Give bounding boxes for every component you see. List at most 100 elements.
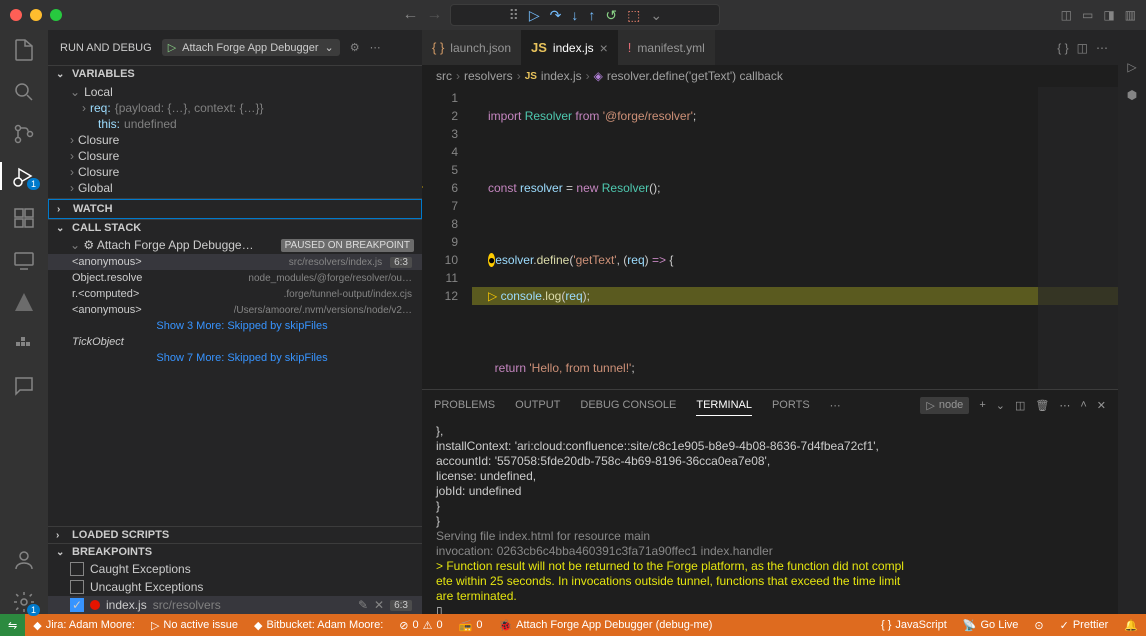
scope-closure[interactable]: ›Closure — [48, 132, 422, 148]
status-bitbucket[interactable]: ◆ Bitbucket: Adam Moore: — [246, 614, 391, 636]
braces-icon[interactable]: { } — [1057, 41, 1068, 55]
scope-global[interactable]: ›Global — [48, 180, 422, 196]
loaded-scripts-header[interactable]: ›LOADED SCRIPTS — [48, 527, 422, 543]
breakpoints-header[interactable]: ⌄BREAKPOINTS — [48, 544, 422, 560]
status-prettier[interactable]: ✓ Prettier — [1052, 614, 1117, 636]
code-editor[interactable]: 12345 6 789101112 import Resolver from '… — [422, 87, 1118, 389]
variable-this[interactable]: this: undefined — [48, 116, 422, 132]
checkbox-icon[interactable] — [70, 562, 84, 576]
debug-continue-icon[interactable]: ▷ — [529, 7, 540, 24]
docker-icon[interactable] — [12, 332, 36, 356]
breakpoint-uncaught[interactable]: Uncaught Exceptions — [48, 578, 422, 596]
status-jira[interactable]: ◆ Jira: Adam Moore: — [25, 614, 143, 636]
maximize-panel-icon[interactable]: ˄ — [1080, 399, 1086, 411]
checkbox-icon[interactable] — [70, 580, 84, 594]
close-tab-icon[interactable]: × — [600, 40, 608, 56]
stackframe[interactable]: Object.resolvenode_modules/@forge/resolv… — [48, 270, 422, 286]
debug-drag-icon[interactable]: ⠿ — [509, 7, 519, 24]
nav-forward-icon[interactable]: → — [426, 6, 442, 24]
minimize-window-icon[interactable] — [30, 9, 42, 21]
tab-index-js[interactable]: JSindex.js× — [521, 30, 618, 65]
status-radio[interactable]: 📻 0 — [451, 614, 491, 636]
source-control-icon[interactable] — [12, 122, 36, 146]
debug-rail-icon[interactable]: ⬢ — [1127, 88, 1137, 102]
panel-toggle-icon[interactable]: ▭ — [1082, 8, 1093, 22]
command-center[interactable]: ⠿ ▷ ↷ ↓ ↑ ↺ ⬚ ⌄ — [450, 4, 720, 26]
debug-restart-icon[interactable]: ↺ — [605, 7, 617, 24]
status-golive[interactable]: 📡 Go Live — [955, 614, 1027, 636]
debug-more-icon[interactable]: ⌄ — [650, 7, 662, 24]
status-issue[interactable]: ▷ No active issue — [143, 614, 246, 636]
nav-back-icon[interactable]: ← — [402, 6, 418, 24]
status-language[interactable]: { } JavaScript — [873, 614, 955, 636]
stackframe[interactable]: r.<computed>.forge/tunnel-output/index.c… — [48, 286, 422, 302]
breadcrumb[interactable]: src› resolvers› JS index.js› ◈ resolver.… — [422, 65, 1118, 87]
extensions-icon[interactable] — [12, 206, 36, 230]
debug-stepin-icon[interactable]: ↓ — [571, 7, 578, 23]
chevron-down-icon[interactable]: ⌄ — [996, 399, 1005, 412]
tab-output[interactable]: OUTPUT — [515, 395, 560, 415]
minimap[interactable] — [1038, 87, 1118, 389]
terminal-output[interactable]: }, installContext: 'ari:cloud:confluence… — [422, 420, 1118, 614]
breakpoint-item[interactable]: ✓ index.js src/resolvers ✎ ✕ 6:3 — [48, 596, 422, 614]
account-icon[interactable] — [12, 548, 36, 572]
tab-ports[interactable]: PORTS — [772, 395, 810, 415]
start-debug-icon[interactable]: ▷ — [168, 41, 176, 54]
close-panel-icon[interactable]: ✕ — [1097, 399, 1106, 412]
stackframe[interactable]: <anonymous>src/resolvers/index.js6:3 — [48, 254, 422, 270]
status-bell-icon[interactable]: 🔔 — [1116, 614, 1146, 636]
tab-problems[interactable]: PROBLEMS — [434, 395, 495, 415]
atlassian-icon[interactable] — [12, 290, 36, 314]
status-debug-session[interactable]: 🐞 Attach Forge App Debugger (debug-me) — [490, 614, 720, 636]
search-icon[interactable] — [12, 80, 36, 104]
breakpoint-caught[interactable]: Caught Exceptions — [48, 560, 422, 578]
close-window-icon[interactable] — [10, 9, 22, 21]
close-icon[interactable]: ✕ — [374, 598, 384, 612]
tab-terminal[interactable]: TERMINAL — [696, 395, 752, 416]
debug-stepout-icon[interactable]: ↑ — [588, 7, 595, 23]
terminal-rail-icon[interactable]: ▷ — [1127, 60, 1136, 74]
callstack-section-header[interactable]: ⌄CALL STACK — [48, 220, 422, 236]
code-content[interactable]: import Resolver from '@forge/resolver'; … — [472, 87, 1118, 389]
explorer-icon[interactable] — [12, 38, 36, 62]
show-more-link[interactable]: Show 3 More: Skipped by skipFiles — [48, 318, 422, 334]
more-icon[interactable]: ⋯ — [830, 399, 841, 412]
tab-debug-console[interactable]: DEBUG CONSOLE — [580, 395, 676, 415]
chat-icon[interactable] — [12, 374, 36, 398]
status-copilot[interactable]: ⊙ — [1026, 614, 1051, 636]
stackframe-tick[interactable]: TickObject — [48, 334, 422, 350]
callstack-thread[interactable]: ⌄ ⚙ Attach Forge App Debugge… PAUSED ON … — [48, 236, 422, 254]
terminal-shell-selector[interactable]: ▷node — [920, 397, 969, 414]
scope-local[interactable]: ⌄Local — [48, 84, 422, 100]
variables-section-header[interactable]: ⌄VARIABLES — [48, 66, 422, 82]
tab-launch-json[interactable]: { }launch.json — [422, 30, 521, 65]
sidebar-right-icon[interactable]: ◨ — [1103, 8, 1114, 22]
edit-icon[interactable]: ✎ — [358, 598, 368, 612]
scope-closure[interactable]: ›Closure — [48, 148, 422, 164]
launch-config-selector[interactable]: ▷ Attach Forge App Debugger ⌄ — [162, 39, 340, 56]
stackframe[interactable]: <anonymous>/Users/amoore/.nvm/versions/n… — [48, 302, 422, 318]
debug-stop-icon[interactable]: ⬚ — [627, 7, 640, 24]
more-icon[interactable]: ⋯ — [1059, 399, 1070, 412]
remote-explorer-icon[interactable] — [12, 248, 36, 272]
status-errors[interactable]: ⊘ 0 ⚠ 0 — [391, 614, 450, 636]
run-debug-icon[interactable]: 1 — [12, 164, 36, 188]
layout-custom-icon[interactable]: ▥ — [1125, 8, 1136, 22]
trash-icon[interactable]: 🗑 — [1035, 399, 1049, 412]
variable-req[interactable]: ›req: {payload: {…}, context: {…}} — [48, 100, 422, 116]
remote-indicator[interactable]: ⇋ — [0, 614, 25, 636]
maximize-window-icon[interactable] — [50, 9, 62, 21]
checkbox-checked-icon[interactable]: ✓ — [70, 598, 84, 612]
watch-section-header[interactable]: ›WATCH — [48, 199, 422, 219]
split-terminal-icon[interactable]: ◫ — [1015, 399, 1025, 412]
debug-stepover-icon[interactable]: ↷ — [550, 7, 562, 24]
scope-closure[interactable]: ›Closure — [48, 164, 422, 180]
layout-toggle-icon[interactable]: ◫ — [1061, 8, 1072, 22]
tab-manifest-yml[interactable]: !manifest.yml — [618, 30, 715, 65]
more-icon[interactable]: ⋯ — [1096, 41, 1108, 55]
more-icon[interactable]: ⋯ — [370, 41, 381, 54]
new-terminal-icon[interactable]: + — [979, 399, 985, 411]
show-more-link[interactable]: Show 7 More: Skipped by skipFiles — [48, 350, 422, 366]
split-editor-icon[interactable]: ◫ — [1077, 41, 1088, 55]
settings-icon[interactable]: 1 — [12, 590, 36, 614]
